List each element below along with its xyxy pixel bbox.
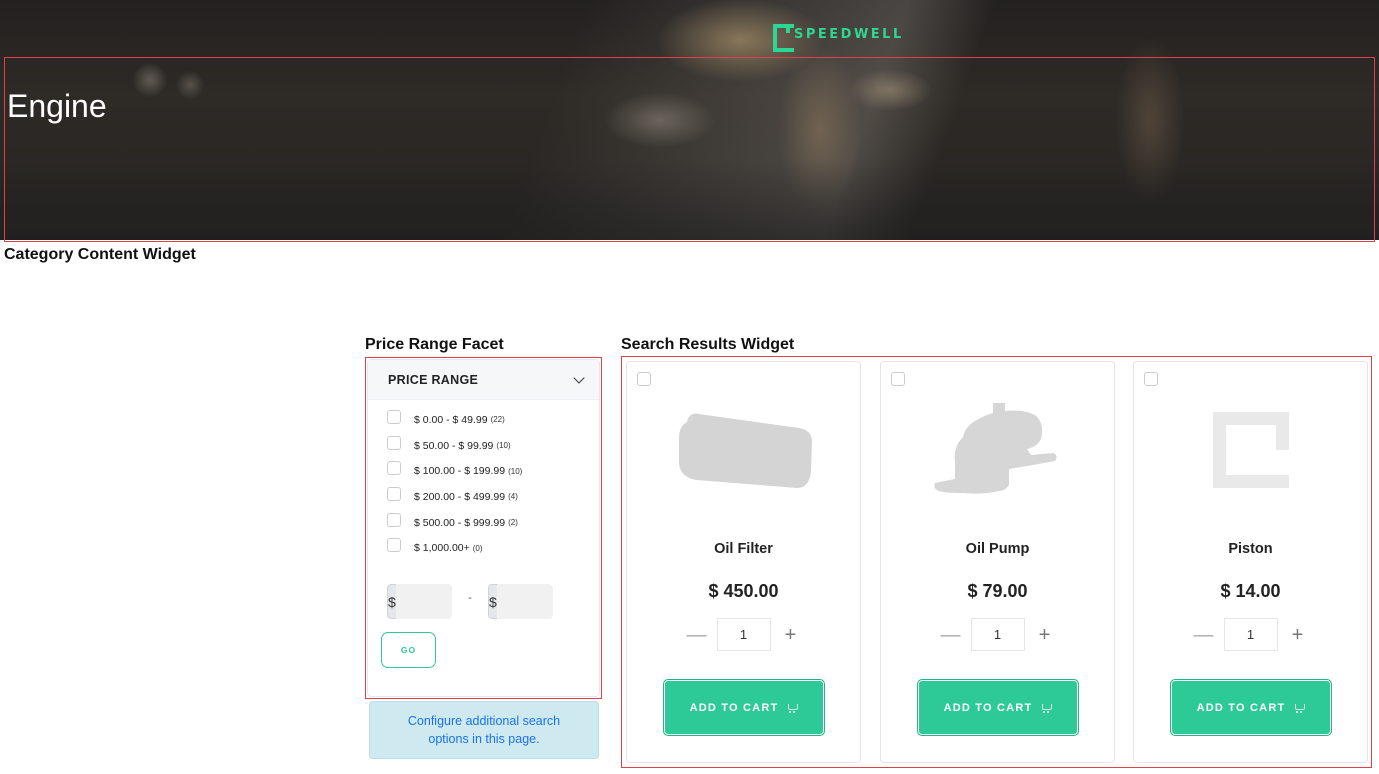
price-option-checkbox[interactable] <box>387 461 401 476</box>
increase-quantity-button[interactable]: + <box>1285 625 1311 645</box>
price-option-count: (0) <box>472 543 483 553</box>
configure-search-options-notice[interactable]: Configure additional search options in t… <box>369 701 599 759</box>
price-range-facet-label: Price Range Facet <box>365 336 504 353</box>
quantity-stepper: — 1 + <box>627 618 860 651</box>
add-to-cart-button[interactable]: ADD TO CART <box>916 679 1079 736</box>
oil-filter-image[interactable] <box>627 387 860 512</box>
compare-checkbox[interactable] <box>891 372 905 386</box>
oil-pump-icon <box>934 402 1057 494</box>
increase-quantity-button[interactable]: + <box>1032 625 1058 645</box>
product-name[interactable]: Oil Pump <box>881 541 1114 557</box>
decrease-quantity-button[interactable]: — <box>684 625 710 645</box>
product-card: Oil Pump $ 79.00 — 1 + ADD TO CART <box>880 361 1115 763</box>
cart-icon <box>1294 703 1306 713</box>
price-option-count: (4) <box>508 492 518 502</box>
go-button[interactable]: GO <box>381 632 436 668</box>
price-option[interactable]: $ 500.00 - $ 999.99 (2) <box>387 510 599 536</box>
quantity-stepper: — 1 + <box>1134 618 1367 651</box>
price-option-label: $ 0.00 - $ 49.99 <box>414 413 488 426</box>
price-option-checkbox[interactable] <box>387 512 401 527</box>
placeholder-logo-icon <box>1212 411 1289 488</box>
quantity-input[interactable]: 1 <box>1223 618 1278 651</box>
brand-logo[interactable]: SPEEDWELL <box>773 24 904 52</box>
facet-title: PRICE RANGE <box>388 372 479 387</box>
price-option[interactable]: $ 1,000.00+ (0) <box>387 535 599 561</box>
max-price-input[interactable] <box>496 584 553 619</box>
price-option[interactable]: $ 0.00 - $ 49.99 (22) <box>387 407 599 433</box>
min-price-input[interactable] <box>395 584 452 619</box>
product-name[interactable]: Piston <box>1134 541 1367 557</box>
max-price-input-group: $ <box>488 584 553 619</box>
quantity-input[interactable]: 1 <box>716 618 771 651</box>
category-content-widget-label: Category Content Widget <box>4 246 196 263</box>
product-card: Piston $ 14.00 — 1 + ADD TO CART <box>1133 361 1368 763</box>
price-option-checkbox[interactable] <box>387 538 401 553</box>
increase-quantity-button[interactable]: + <box>778 625 804 645</box>
max-currency-prefix: $ <box>488 584 497 619</box>
product-price: $ 79.00 <box>967 581 1028 601</box>
price-option-checkbox[interactable] <box>387 409 401 424</box>
add-to-cart-button[interactable]: ADD TO CART <box>1169 679 1332 736</box>
price-option-label: $ 50.00 - $ 99.99 <box>414 439 494 452</box>
logo-mark-icon <box>773 24 794 52</box>
facet-header[interactable]: PRICE RANGE <box>368 360 599 400</box>
price-option-checkbox[interactable] <box>387 486 401 501</box>
price-option-label: $ 200.00 - $ 499.99 <box>414 490 506 503</box>
price-option[interactable]: $ 100.00 - $ 199.99 (10) <box>387 458 599 484</box>
compare-checkbox[interactable] <box>1144 372 1158 386</box>
price-options-list: $ 0.00 - $ 49.99 (22) $ 50.00 - $ 99.99 … <box>368 400 599 561</box>
custom-price-range: $ - $ <box>387 584 553 619</box>
hero-widget-outline <box>4 57 1375 242</box>
price-option-count: (10) <box>508 466 523 476</box>
quantity-stepper: — 1 + <box>881 618 1114 651</box>
min-price-input-group: $ <box>387 584 452 619</box>
min-currency-prefix: $ <box>387 584 396 619</box>
quantity-input[interactable]: 1 <box>970 618 1025 651</box>
oil-filter-icon <box>678 413 812 488</box>
cart-icon <box>787 703 799 713</box>
decrease-quantity-button[interactable]: — <box>938 625 964 645</box>
price-option-count: (2) <box>508 518 518 528</box>
product-name[interactable]: Oil Filter <box>627 541 860 557</box>
placeholder-logo-image[interactable] <box>1134 387 1367 512</box>
price-option-label: $ 500.00 - $ 999.99 <box>414 516 506 529</box>
cart-icon <box>1041 703 1053 713</box>
price-option-count: (10) <box>496 441 511 451</box>
product-price: $ 450.00 <box>708 581 779 601</box>
price-option[interactable]: $ 50.00 - $ 99.99 (10) <box>387 433 599 459</box>
add-to-cart-button[interactable]: ADD TO CART <box>662 679 825 736</box>
price-option-checkbox[interactable] <box>387 435 401 450</box>
product-price: $ 14.00 <box>1220 581 1281 601</box>
range-separator: - <box>468 591 472 604</box>
configure-note-text[interactable]: Configure additional search options in t… <box>390 712 578 748</box>
price-range-facet: PRICE RANGE $ 0.00 - $ 49.99 (22) $ 50.0… <box>367 359 600 697</box>
search-results-widget-label: Search Results Widget <box>621 336 795 353</box>
compare-checkbox[interactable] <box>637 372 651 386</box>
add-to-cart-label: ADD TO CART <box>689 701 779 714</box>
price-option-label: $ 1,000.00+ <box>414 542 470 555</box>
chevron-down-icon[interactable] <box>573 371 585 384</box>
brand-name: SPEEDWELL <box>794 26 904 42</box>
add-to-cart-label: ADD TO CART <box>1196 701 1286 714</box>
price-option[interactable]: $ 200.00 - $ 499.99 (4) <box>387 484 599 510</box>
product-card: Oil Filter $ 450.00 — 1 + ADD TO CART <box>626 361 861 763</box>
price-option-label: $ 100.00 - $ 199.99 <box>414 465 506 478</box>
add-to-cart-label: ADD TO CART <box>943 701 1033 714</box>
decrease-quantity-button[interactable]: — <box>1191 625 1217 645</box>
oil-pump-image[interactable] <box>881 387 1114 512</box>
price-option-count: (22) <box>490 415 505 425</box>
